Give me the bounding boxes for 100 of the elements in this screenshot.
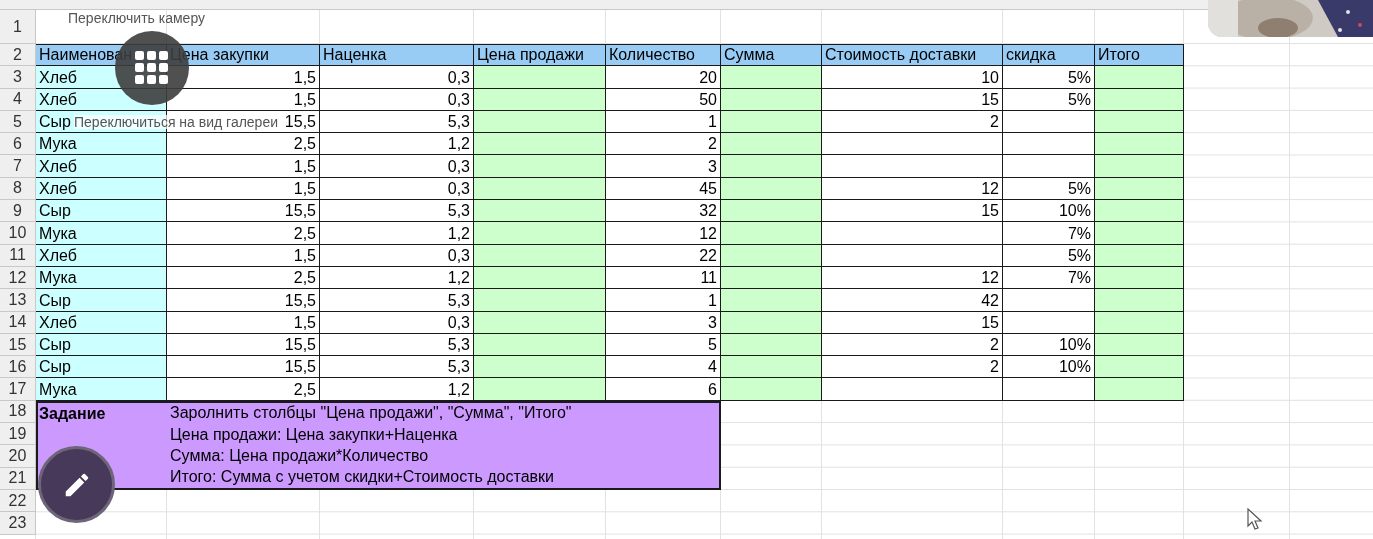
table-cell: 3 [606, 155, 721, 178]
row-header[interactable]: 19 [0, 423, 36, 446]
table-cell: 1,5 [167, 177, 320, 201]
row-header[interactable]: 10 [0, 222, 36, 245]
table-cell: 2 [822, 110, 1003, 134]
row-header[interactable]: 14 [0, 311, 36, 334]
table-cell: 3 [606, 311, 721, 334]
table-cell: 5,3 [320, 110, 474, 134]
table-cell: Мука [36, 266, 167, 290]
column-heading: Сумма [721, 44, 822, 67]
table-cell: 6 [606, 378, 721, 401]
table-cell: 0,3 [320, 244, 474, 267]
table-cell: 10 [822, 66, 1003, 89]
table-cell: Хлеб [36, 155, 167, 178]
row-header[interactable]: 4 [0, 88, 36, 111]
column-heading: Наценка [320, 44, 474, 67]
table-cell: 1,2 [320, 222, 474, 245]
table-cell: 0,3 [320, 311, 474, 334]
table-cell: Сыр [36, 289, 167, 312]
table-cell: 15 [822, 311, 1003, 334]
row-header[interactable]: 23 [0, 512, 36, 535]
table-cell: 4 [606, 356, 721, 379]
table-cell: 5% [1003, 66, 1095, 89]
table-cell: 0,3 [320, 66, 474, 89]
row-header[interactable]: 21 [0, 467, 36, 490]
table-cell: 5,3 [320, 289, 474, 312]
table-cell: 1,2 [320, 378, 474, 401]
task-text: Цена продажи: Цена закупки+Наценка [170, 424, 459, 445]
row-header[interactable]: 6 [0, 133, 36, 156]
row-header[interactable]: 11 [0, 244, 36, 267]
gallery-label: Переключиться на вид галереи [74, 115, 278, 129]
table-cell: 5,3 [320, 356, 474, 379]
table-cell: 15 [822, 200, 1003, 223]
table-cell: 15,5 [167, 289, 320, 312]
table-cell: 5% [1003, 88, 1095, 111]
row-header[interactable]: 12 [0, 266, 36, 290]
table-cell: 2,5 [167, 222, 320, 245]
table-cell: 42 [822, 289, 1003, 312]
table-cell: 1,2 [320, 266, 474, 290]
column-heading: Стоимость доставки [822, 44, 1003, 67]
table-cell: 1,2 [320, 133, 474, 156]
row-header[interactable]: 20 [0, 445, 36, 468]
table-cell: 10% [1003, 200, 1095, 223]
table-cell: 12 [822, 177, 1003, 201]
table-cell: 15,5 [167, 200, 320, 223]
table-cell: Мука [36, 222, 167, 245]
camera-label: Переключить камеру [68, 11, 206, 25]
table-cell: 1 [606, 110, 721, 134]
table-cell: 32 [606, 200, 721, 223]
row-header[interactable]: 5 [0, 110, 36, 134]
task-text: Заролнить столбцы "Цена продажи", "Сумма", "Итого" [170, 403, 572, 424]
table-cell: 2 [606, 133, 721, 156]
row-header[interactable]: 18 [0, 400, 36, 424]
table-cell: 20 [606, 66, 721, 89]
table-cell: Сыр [36, 333, 167, 357]
table-cell: 5% [1003, 244, 1095, 267]
column-heading: скидка [1003, 44, 1095, 67]
table-cell: 22 [606, 244, 721, 267]
table-cell: 15,5 [167, 333, 320, 357]
row-header[interactable]: 22 [0, 489, 36, 513]
column-heading: Цена продажи [474, 44, 606, 67]
row-header[interactable]: 1 [0, 10, 36, 44]
table-cell: 5,3 [320, 333, 474, 357]
table-cell: 1,5 [167, 155, 320, 178]
grid-icon [135, 51, 169, 85]
table-cell: Хлеб [36, 311, 167, 334]
table-cell: 2,5 [167, 378, 320, 401]
row-header[interactable]: 9 [0, 200, 36, 223]
task-text: Сумма: Цена продажи*Количество [170, 446, 430, 466]
row-header[interactable]: 13 [0, 289, 36, 312]
table-cell: Хлеб [36, 244, 167, 267]
column-heading: Итого [1095, 44, 1184, 67]
table-cell: 15 [822, 88, 1003, 111]
table-cell: Мука [36, 378, 167, 401]
table-cell: 0,3 [320, 155, 474, 178]
row-header[interactable]: 7 [0, 155, 36, 178]
task-title: Задание [39, 403, 107, 424]
row-header[interactable]: 15 [0, 333, 36, 357]
table-cell: 11 [606, 266, 721, 290]
table-cell: 15,5 [167, 356, 320, 379]
table-cell: 45 [606, 177, 721, 201]
table-cell: 2 [822, 333, 1003, 357]
table-cell: 2 [822, 356, 1003, 379]
table-cell: 7% [1003, 222, 1095, 245]
row-header[interactable]: 8 [0, 177, 36, 201]
column-heading: Количество [606, 44, 721, 67]
table-cell: 12 [606, 222, 721, 245]
task-text: Итого: Сумма с учетом скидки+Стоимость доставки [170, 467, 555, 488]
table-cell: 10% [1003, 333, 1095, 357]
table-cell: 10% [1003, 356, 1095, 379]
table-cell: Сыр [36, 200, 167, 223]
table-cell: 2,5 [167, 266, 320, 290]
row-header[interactable]: 2 [0, 44, 36, 67]
row-header[interactable]: 16 [0, 356, 36, 379]
row-header[interactable]: 3 [0, 66, 36, 89]
row-header[interactable]: 17 [0, 378, 36, 401]
cursor-icon [1247, 508, 1263, 531]
table-cell: 0,3 [320, 88, 474, 111]
table-cell: 5,3 [320, 200, 474, 223]
table-cell: 50 [606, 88, 721, 111]
